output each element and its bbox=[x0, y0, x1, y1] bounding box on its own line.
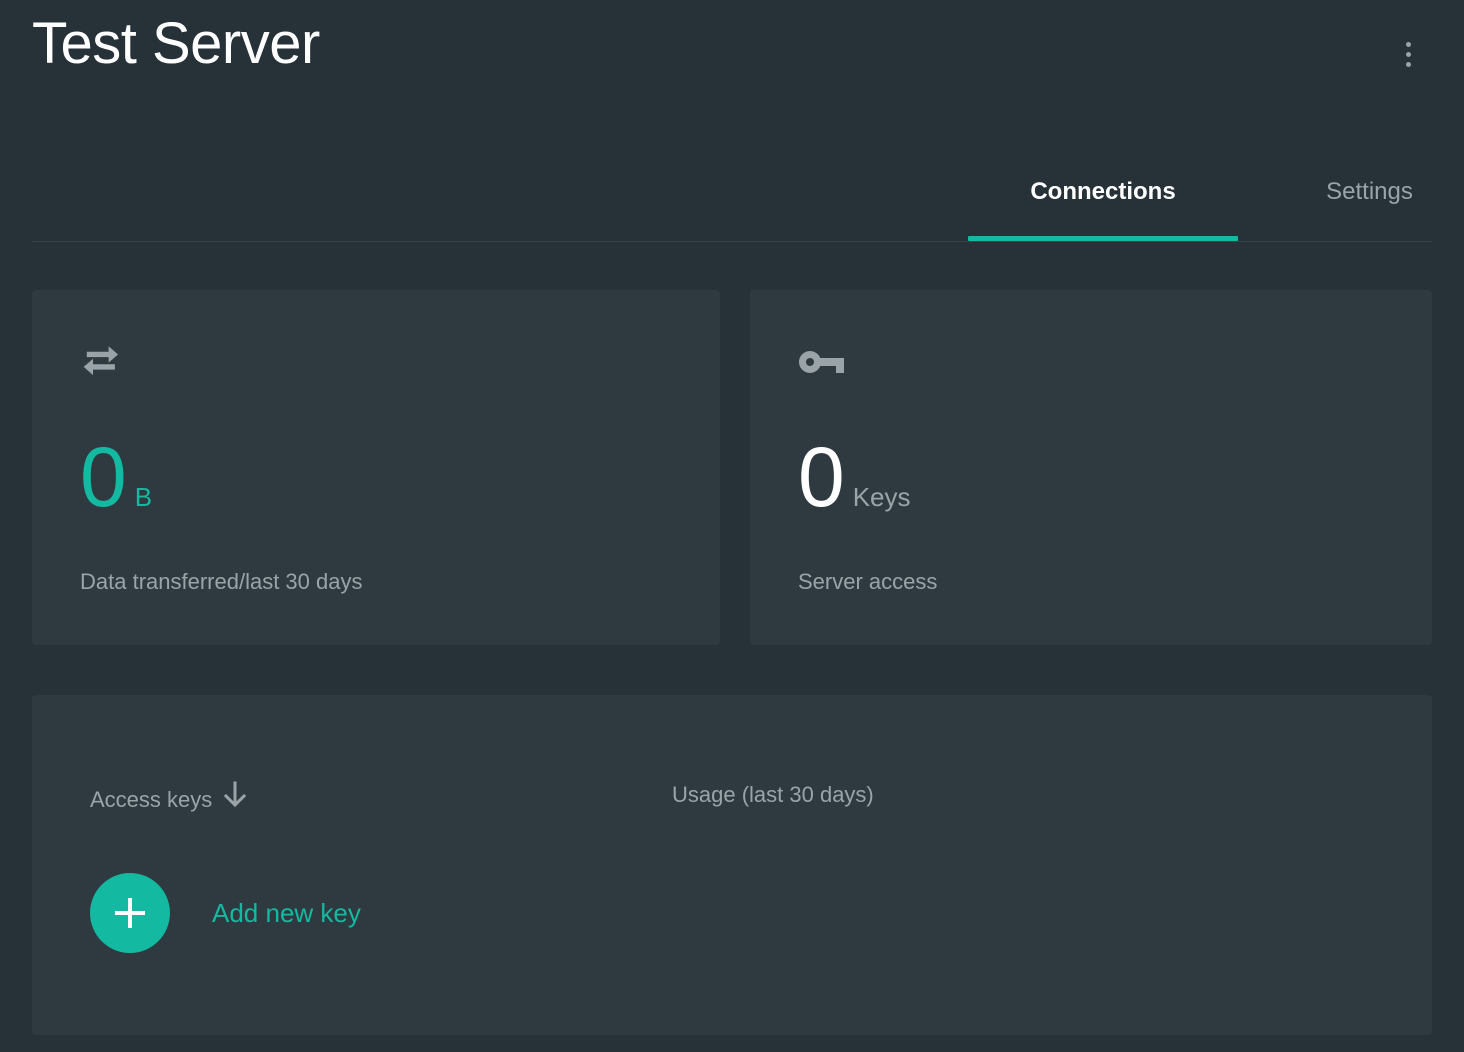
tab-settings[interactable]: Settings bbox=[1257, 159, 1464, 241]
column-header-access-keys-label: Access keys bbox=[90, 786, 212, 814]
access-keys-panel: Access keys Usage (last 30 days) Add new… bbox=[32, 695, 1432, 1035]
add-new-key-button[interactable]: Add new key bbox=[90, 873, 361, 953]
column-header-usage: Usage (last 30 days) bbox=[672, 781, 874, 809]
tab-bar: Connections Settings bbox=[32, 160, 1432, 242]
server-detail-page: Test Server Connections Settings 0 B bbox=[0, 0, 1464, 1052]
menu-dot bbox=[1406, 52, 1411, 57]
plus-icon[interactable] bbox=[90, 873, 170, 953]
more-vertical-icon[interactable] bbox=[1396, 32, 1420, 76]
server-access-caption: Server access bbox=[798, 568, 937, 596]
keys-count-unit: Keys bbox=[853, 484, 911, 510]
data-transferred-caption: Data transferred/last 30 days bbox=[80, 568, 362, 596]
tab-active-indicator bbox=[968, 236, 1238, 241]
transfer-icon bbox=[80, 338, 128, 386]
data-transferred-unit: B bbox=[135, 484, 152, 510]
data-transferred-card: 0 B Data transferred/last 30 days bbox=[32, 290, 720, 645]
arrow-down-icon bbox=[222, 781, 248, 818]
server-access-card: 0 Keys Server access bbox=[750, 290, 1432, 645]
key-icon bbox=[798, 338, 846, 386]
menu-dot bbox=[1406, 62, 1411, 67]
data-transferred-stat: 0 B bbox=[80, 435, 152, 519]
page-header: Test Server bbox=[0, 0, 1464, 110]
menu-dot bbox=[1406, 42, 1411, 47]
page-title: Test Server bbox=[32, 8, 320, 80]
keys-count-value: 0 bbox=[798, 435, 845, 519]
data-transferred-value: 0 bbox=[80, 435, 127, 519]
tab-connections-label: Connections bbox=[1030, 177, 1175, 207]
tab-settings-label: Settings bbox=[1326, 177, 1413, 207]
server-access-stat: 0 Keys bbox=[798, 435, 911, 519]
column-header-usage-label: Usage (last 30 days) bbox=[672, 781, 874, 809]
add-new-key-label: Add new key bbox=[212, 897, 361, 929]
column-header-access-keys[interactable]: Access keys bbox=[90, 781, 248, 818]
tab-connections[interactable]: Connections bbox=[968, 159, 1238, 241]
